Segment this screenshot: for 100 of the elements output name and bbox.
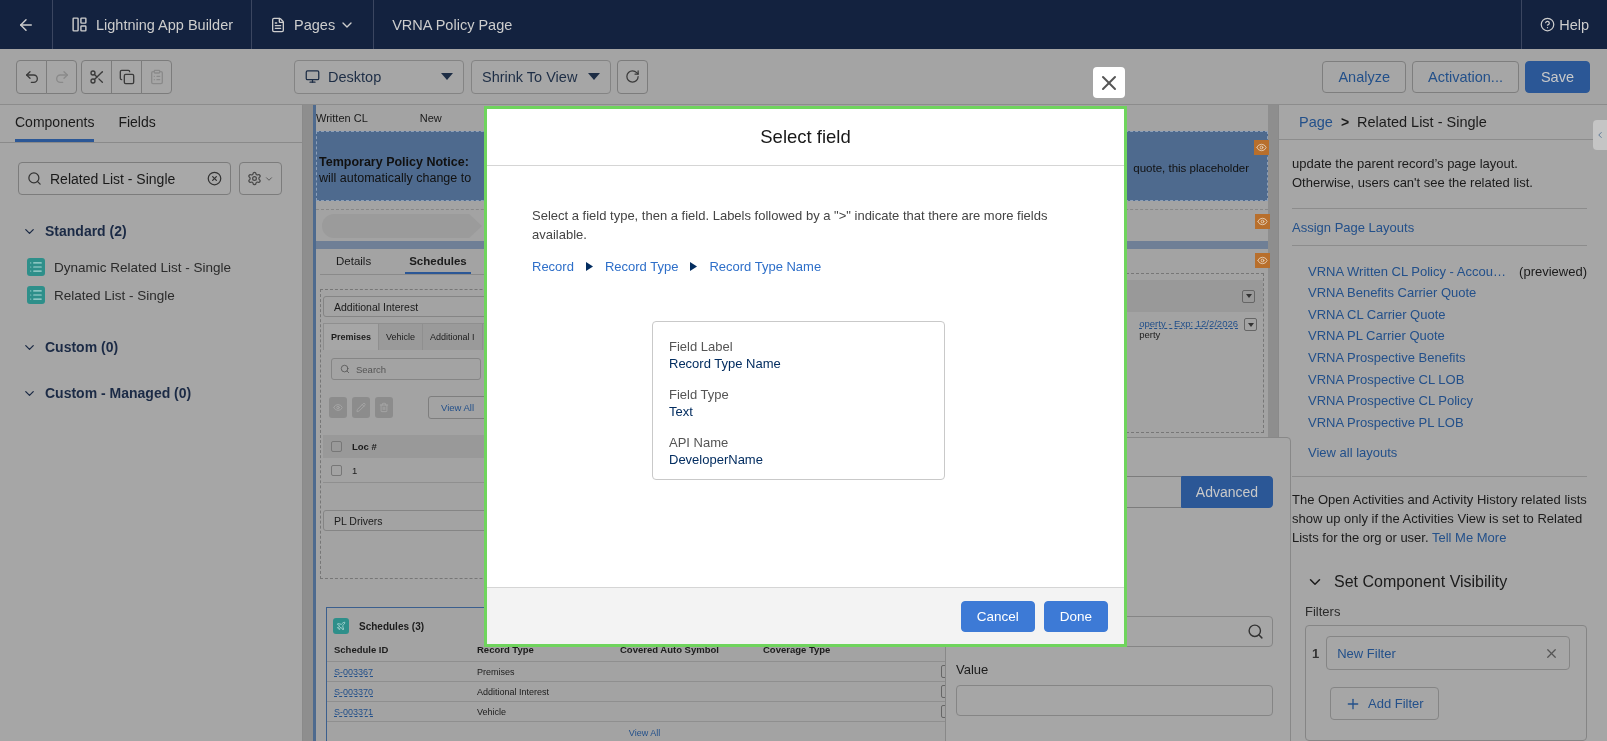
field-label: Field Type (669, 387, 730, 402)
layout-link[interactable]: VRNA Written CL Policy - Accou… (1308, 263, 1506, 279)
page-tab[interactable]: Details (332, 251, 376, 274)
layout-link[interactable]: VRNA Benefits Carrier Quote (1308, 285, 1477, 301)
filters-label: Filters (1305, 604, 1342, 619)
breadcrumb-separator: > (1340, 114, 1350, 131)
path-link[interactable]: Record Type Name (709, 259, 822, 274)
path-link[interactable]: Record (532, 259, 574, 274)
layout-link[interactable]: VRNA Prospective CL LOB (1308, 371, 1465, 387)
view-all-layouts-link[interactable]: View all layouts (1308, 445, 1398, 460)
policy-link[interactable]: operty - Exp: 12/2/2026 (1139, 318, 1238, 329)
app-title: Lightning App Builder (96, 16, 234, 33)
sub-tab[interactable]: Additional I (423, 324, 483, 350)
page-name: VRNA Policy Page (392, 16, 513, 33)
monitor-icon (305, 69, 320, 84)
dialog-button[interactable]: Done (1043, 600, 1108, 632)
clipboard-icon (148, 68, 165, 85)
chevron-icon (585, 262, 593, 271)
group-header[interactable]: Standard (2) (0, 223, 149, 239)
section-header[interactable]: Set Component Visibility (1292, 573, 1508, 591)
menu-button[interactable] (1242, 289, 1255, 303)
highlight-value: Written CL (316, 112, 368, 126)
dialog-close-button[interactable] (1093, 67, 1125, 98)
zoom-dropdown[interactable]: Shrink To View (471, 59, 611, 94)
assign-layouts-link[interactable]: Assign Page Layouts (1292, 220, 1415, 236)
eye-icon (1255, 253, 1270, 268)
pages-menu[interactable]: Pages (294, 16, 356, 33)
breadcrumb-current: Related List - Single (1357, 114, 1487, 131)
table-cell: Additional Interest (470, 682, 613, 702)
layout-link[interactable]: VRNA Prospective CL Policy (1308, 393, 1473, 409)
schedule-id-link[interactable]: S-003371 (334, 706, 374, 717)
list-icon (27, 258, 45, 276)
panel-tab[interactable]: Components (15, 114, 95, 142)
activities-note: The Open Activities and Activity History related lists show up only if the Activities View is set to Related Lists for the org or user. Tell Me More (1292, 491, 1587, 547)
layout-link[interactable]: VRNA Prospective PL LOB (1308, 414, 1464, 430)
policy-detail: perty (1139, 329, 1161, 340)
device-dropdown[interactable]: Desktop (294, 59, 464, 94)
panel-tab[interactable]: Fields (118, 114, 156, 142)
table-cell: Premises (470, 662, 613, 682)
layout-link[interactable]: VRNA PL Carrier Quote (1308, 328, 1445, 344)
field-value: Text (669, 404, 694, 419)
group-header[interactable]: Custom - Managed (0) (0, 385, 214, 401)
plane-icon (333, 618, 349, 634)
chevron-icon (690, 262, 698, 271)
schedule-id-link[interactable]: S-003367 (334, 666, 374, 677)
field-label: API Name (669, 435, 730, 450)
refresh-icon (625, 69, 640, 84)
group-header[interactable]: Custom (0) (0, 339, 141, 355)
table-cell: Vehicle (470, 702, 613, 722)
field-label: Field Label (669, 339, 734, 354)
settings-button[interactable] (239, 162, 282, 195)
page-icon (270, 16, 287, 33)
sub-tab[interactable]: Premises (324, 324, 380, 350)
tell-me-more-link[interactable]: Tell Me More (1431, 530, 1507, 545)
component-item[interactable]: Related List - Single (0, 281, 302, 309)
filter-item[interactable]: New Filter (1326, 636, 1570, 670)
app-builder-icon (71, 16, 88, 33)
add-filter-button[interactable]: Add Filter (1330, 687, 1439, 720)
component-item[interactable]: Dynamic Related List - Single (0, 253, 302, 281)
dialog-title: Select field (487, 109, 1124, 166)
redo-icon (53, 68, 70, 85)
undo-button[interactable] (16, 59, 47, 94)
path-link[interactable]: Record Type (604, 259, 679, 274)
clear-icon[interactable] (207, 171, 222, 186)
dialog-button[interactable]: Cancel (960, 600, 1035, 632)
field-value: Record Type Name (669, 356, 782, 371)
page-tab[interactable]: Schedules (405, 251, 471, 274)
row-menu-button[interactable] (1244, 318, 1257, 331)
layout-link[interactable]: VRNA Prospective Benefits (1308, 349, 1466, 365)
undo-icon (23, 68, 40, 85)
value-field[interactable] (956, 685, 1273, 716)
list-icon (27, 286, 45, 304)
schedule-id-link[interactable]: S-003370 (334, 686, 374, 697)
toolbar-button[interactable]: Activation... (1412, 60, 1519, 93)
help-text: Otherwise, users can't see the related list. (1292, 174, 1534, 193)
card-title: Schedules (3) (359, 620, 425, 632)
value-label: Value (956, 662, 990, 677)
refresh-button[interactable] (617, 59, 648, 94)
search-icon (340, 364, 350, 374)
save-button[interactable]: Save (1524, 60, 1590, 93)
layout-link[interactable]: VRNA CL Carrier Quote (1308, 306, 1446, 322)
copy-button[interactable] (111, 59, 142, 94)
help-text: update the parent record’s page layout. (1292, 155, 1519, 174)
search-icon (1247, 623, 1264, 640)
help-link[interactable]: Help (1540, 16, 1589, 33)
breadcrumb-link[interactable]: Page (1299, 114, 1333, 131)
cut-button[interactable] (81, 59, 112, 94)
notice-title: Temporary Policy Notice: (319, 154, 470, 170)
caret-icon (441, 73, 453, 80)
table-search-field[interactable]: Search (331, 358, 481, 380)
toolbar-button[interactable]: Analyze (1322, 60, 1406, 93)
sub-tab[interactable]: Vehicle (379, 324, 424, 350)
previewed-label: (previewed) (1519, 263, 1587, 279)
notice-text: quote, this placeholder (1133, 162, 1249, 174)
mode-button[interactable]: Advanced (1181, 476, 1273, 508)
eye-icon (1255, 214, 1270, 229)
copy-icon (118, 68, 135, 85)
scissors-icon (88, 68, 105, 85)
help-icon (1540, 17, 1556, 32)
component-search-field[interactable]: Related List - Single (18, 162, 231, 195)
